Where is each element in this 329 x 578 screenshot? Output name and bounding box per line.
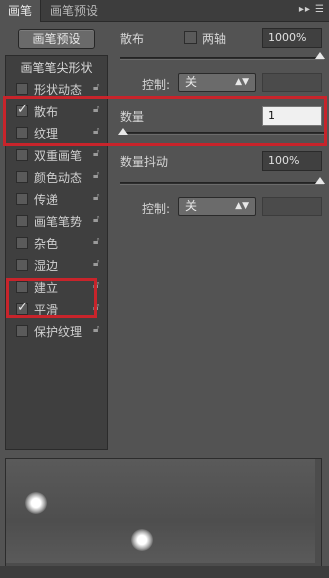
highlight-box-smoothing (6, 278, 97, 318)
list-item-label: 颜色动态 (34, 171, 83, 185)
scatter-slider-track[interactable] (120, 57, 324, 60)
preview-canvas (6, 459, 315, 563)
tab-bar: 画笔 画笔预设 ▸▸ ☰ (0, 0, 329, 22)
scatter-value-field[interactable]: 1000% (262, 28, 322, 48)
list-item-label: 传递 (34, 193, 59, 207)
checkbox[interactable] (16, 237, 28, 249)
lock-icon[interactable]: 🔓︎ (93, 236, 99, 247)
list-item-brush-tip-shape[interactable]: 画笔笔尖形状 (6, 57, 107, 79)
brush-dot (131, 529, 153, 551)
list-item-label: 湿边 (34, 259, 59, 273)
brush-stroke-preview (5, 458, 322, 574)
lock-icon[interactable]: 🔓︎ (93, 192, 99, 203)
both-axes-label: 两轴 (202, 32, 227, 46)
count-jitter-label: 数量抖动 (120, 155, 169, 169)
list-item-noise[interactable]: 杂色 🔓︎ (6, 233, 107, 255)
list-item-label: 杂色 (34, 237, 59, 251)
list-item-color-dynamics[interactable]: 颜色动态 🔓︎ (6, 167, 107, 189)
control-amount-field (262, 197, 322, 216)
panel-bottom-bar (0, 566, 329, 578)
list-item-label: 保护纹理 (34, 325, 83, 339)
list-item-wet-edges[interactable]: 湿边 🔓︎ (6, 255, 107, 277)
brush-dot (25, 492, 47, 514)
tab-brush-presets[interactable]: 画笔预设 (42, 0, 106, 22)
scatter-label: 散布 (120, 32, 145, 46)
panel-menu-icon[interactable]: ▸▸ ☰ (299, 4, 325, 15)
count-jitter-slider-thumb[interactable] (315, 177, 325, 184)
checkbox[interactable] (16, 215, 28, 227)
list-item-dual-brush[interactable]: 双重画笔 🔓︎ (6, 145, 107, 167)
lock-icon[interactable]: 🔓︎ (93, 324, 99, 335)
highlight-box-count (3, 96, 327, 146)
control-amount-field (262, 73, 322, 92)
list-item-protect-texture[interactable]: 保护纹理 🔓︎ (6, 321, 107, 343)
count-jitter-value-field[interactable]: 100% (262, 151, 322, 171)
control-select[interactable]: 关 ▲▼ (178, 197, 256, 216)
control-select-value: 关 (185, 75, 198, 89)
list-item-label: 画笔笔势 (34, 215, 83, 229)
count-jitter-slider-track[interactable] (120, 182, 324, 185)
list-item-transfer[interactable]: 传递 🔓︎ (6, 189, 107, 211)
checkbox[interactable] (16, 83, 28, 95)
chevron-updown-icon: ▲▼ (235, 77, 249, 87)
scatter-slider-thumb[interactable] (315, 52, 325, 59)
tab-brush[interactable]: 画笔 (0, 0, 41, 22)
lock-icon[interactable]: 🔓︎ (93, 214, 99, 225)
both-axes-checkbox[interactable] (184, 31, 197, 44)
brush-presets-button[interactable]: 画笔预设 (18, 29, 95, 49)
lock-icon[interactable]: 🔓︎ (93, 170, 99, 181)
checkbox[interactable] (16, 193, 28, 205)
control-select[interactable]: 关 ▲▼ (178, 73, 256, 92)
checkbox[interactable] (16, 149, 28, 161)
list-item-brush-pose[interactable]: 画笔笔势 🔓︎ (6, 211, 107, 233)
checkbox[interactable] (16, 325, 28, 337)
list-item-label: 双重画笔 (34, 149, 83, 163)
control-label: 控制: (142, 202, 171, 216)
lock-icon[interactable]: 🔓︎ (93, 258, 99, 269)
checkbox[interactable] (16, 259, 28, 271)
control-select-value: 关 (185, 199, 198, 213)
list-item-label: 画笔笔尖形状 (20, 61, 93, 75)
lock-icon[interactable]: 🔓︎ (93, 148, 99, 159)
chevron-updown-icon: ▲▼ (235, 201, 249, 211)
lock-icon[interactable]: 🔓︎ (93, 82, 99, 93)
control-label: 控制: (142, 78, 171, 92)
checkbox[interactable] (16, 171, 28, 183)
